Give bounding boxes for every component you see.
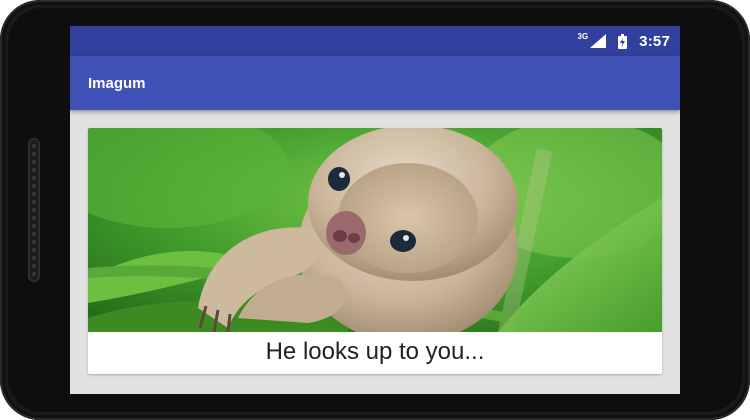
app-title: Imagum bbox=[88, 74, 146, 92]
cell-signal-icon bbox=[590, 34, 607, 48]
status-time: 3:57 bbox=[639, 32, 670, 50]
phone-frame: 3G 3:57 Imagum He looks up to you... bbox=[0, 0, 750, 420]
phone-screen: 3G 3:57 Imagum He looks up to you... bbox=[70, 26, 680, 394]
image-caption: He looks up to you... bbox=[265, 338, 485, 365]
phone-speaker-grille bbox=[28, 138, 40, 282]
network-type-label: 3G bbox=[577, 31, 589, 41]
status-bar: 3G 3:57 bbox=[70, 26, 680, 56]
app-toolbar: Imagum bbox=[70, 56, 680, 110]
battery-charging-icon bbox=[618, 33, 628, 49]
sloth-photo[interactable] bbox=[88, 128, 662, 332]
image-card[interactable]: He looks up to you... bbox=[88, 128, 662, 374]
